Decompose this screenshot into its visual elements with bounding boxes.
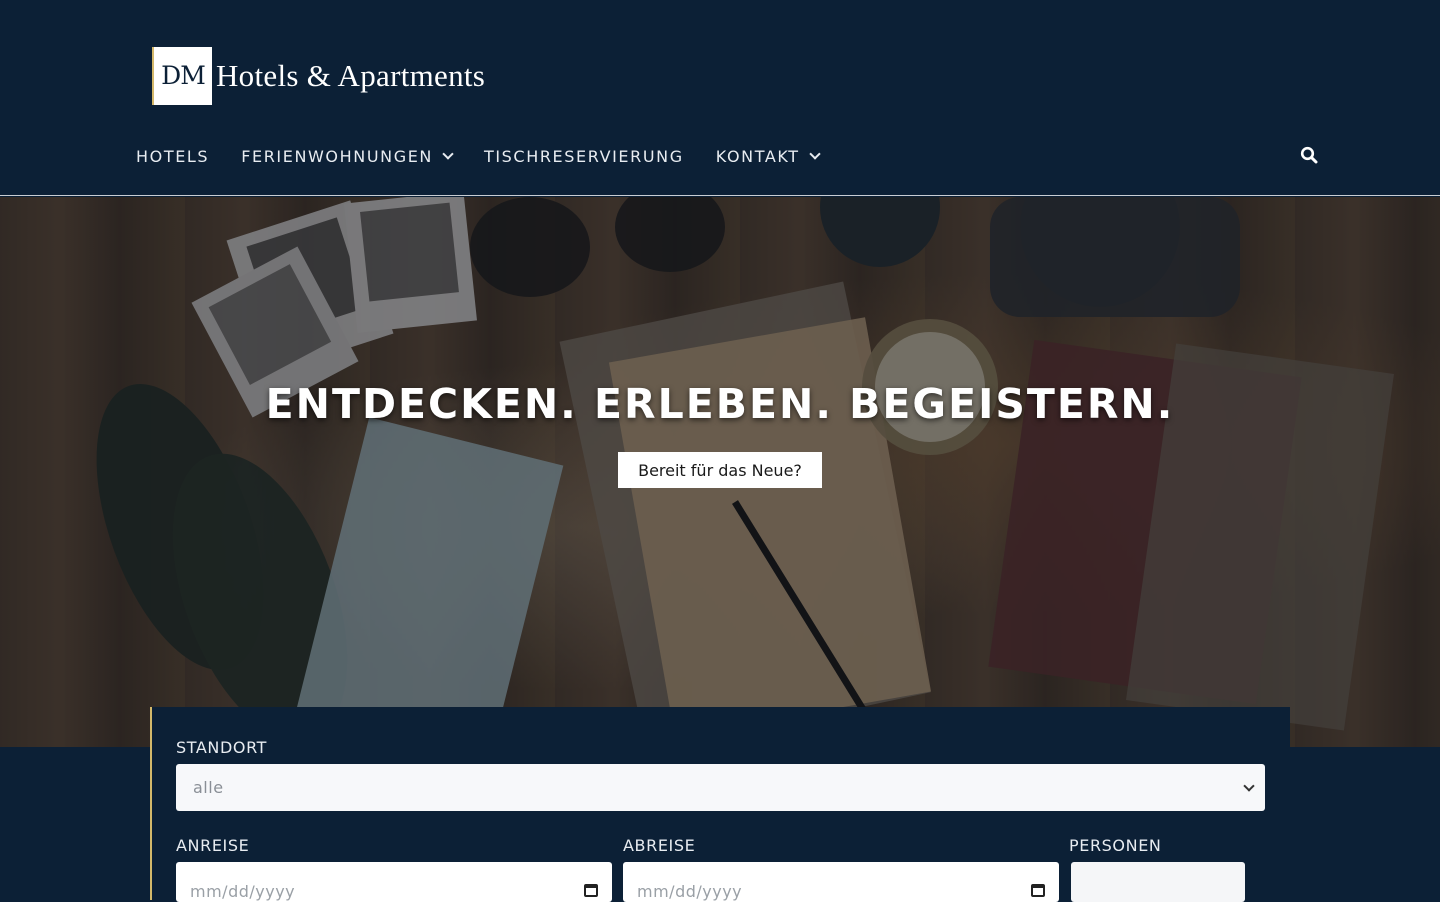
- hero-title: ENTDECKEN. ERLEBEN. BEGEISTERN.: [265, 380, 1175, 428]
- site-header: DM Hotels & Apartments HOTELS FERIENWOHN…: [0, 0, 1440, 196]
- chevron-down-icon: [442, 147, 454, 160]
- location-label: STANDORT: [176, 738, 268, 757]
- persons-input[interactable]: [1071, 862, 1245, 902]
- nav-item-label: HOTELS: [136, 146, 210, 166]
- chevron-down-icon: [808, 147, 821, 160]
- nav-item-tischreservierung[interactable]: TISCHRESERVIERUNG: [484, 147, 684, 166]
- persons-label: PERSONEN: [1069, 836, 1162, 855]
- nav-item-hotels[interactable]: HOTELS: [136, 147, 209, 166]
- nav-item-label: TISCHRESERVIERUNG: [483, 146, 684, 166]
- nav-item-label: KONTAKT: [715, 146, 800, 166]
- logo-text: Hotels & Apartments: [216, 57, 486, 93]
- departure-date-placeholder: mm/dd/yyyy: [637, 882, 743, 901]
- arrival-label: ANREISE: [176, 836, 250, 855]
- departure-label: ABREISE: [623, 836, 696, 855]
- nav-item-ferienwohnungen[interactable]: FERIENWOHNUNGEN: [241, 146, 454, 166]
- nav-item-label: FERIENWOHNUNGEN: [241, 146, 433, 166]
- arrival-date-placeholder: mm/dd/yyyy: [190, 882, 296, 901]
- search-icon: [1300, 146, 1318, 164]
- main-nav: HOTELS FERIENWOHNUNGEN TISCHRESERVIERUNG…: [136, 143, 851, 169]
- search-button[interactable]: [1300, 146, 1320, 166]
- calendar-icon[interactable]: [1031, 884, 1045, 897]
- arrival-date-input[interactable]: mm/dd/yyyy: [176, 862, 612, 902]
- logo-mark: DM: [152, 46, 212, 105]
- location-select[interactable]: alle: [176, 764, 1265, 811]
- chevron-down-icon: [1243, 780, 1255, 792]
- departure-date-input[interactable]: mm/dd/yyyy: [623, 862, 1059, 902]
- calendar-icon[interactable]: [584, 884, 598, 897]
- hero-cta-button[interactable]: Bereit für das Neue?: [618, 452, 822, 488]
- location-select-value: alle: [193, 778, 224, 797]
- nav-item-kontakt[interactable]: KONTAKT: [715, 146, 821, 166]
- booking-form: STANDORT alle ANREISE mm/dd/yyyy ABREISE…: [150, 707, 1290, 902]
- site-logo[interactable]: DM Hotels & Apartments: [152, 46, 485, 105]
